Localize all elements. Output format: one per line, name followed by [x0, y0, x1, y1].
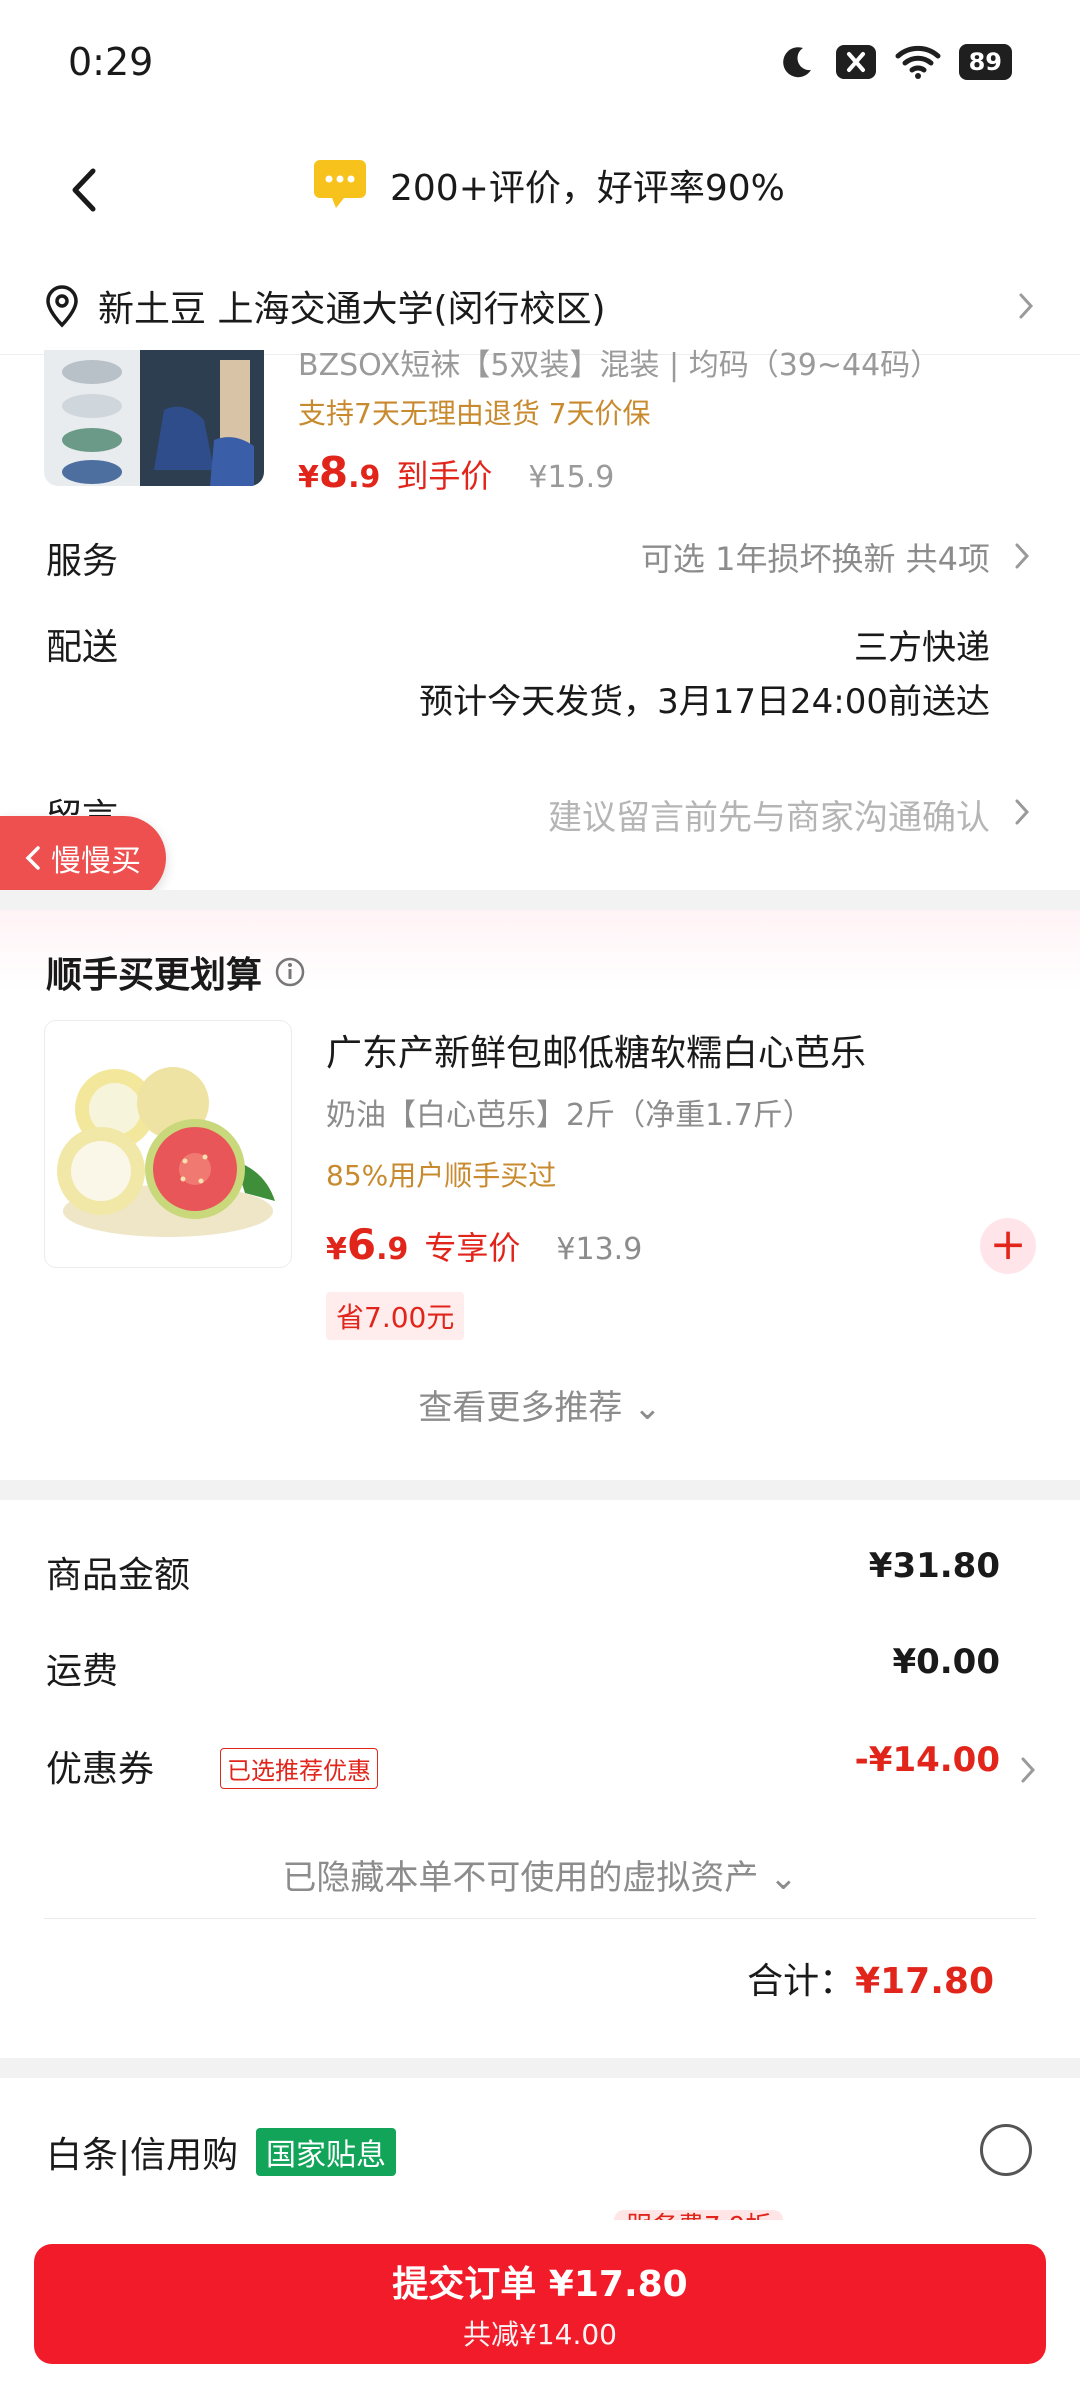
price-integer: 6 — [346, 1220, 377, 1269]
status-time: 0:29 — [68, 40, 154, 84]
submit-discount-label: 共减¥14.00 — [463, 2318, 617, 2351]
shipping-label: 运费 — [46, 1651, 119, 1692]
total-label: 合计： — [747, 1961, 856, 2002]
add-to-cart-button[interactable]: + — [980, 1218, 1036, 1274]
credit-purchase-radio[interactable] — [980, 2124, 1032, 2176]
coupon-tag: 已选推荐优惠 — [220, 1748, 378, 1789]
hidden-assets-toggle[interactable]: 已隐藏本单不可使用的虚拟资产 ⌄ — [0, 1850, 1080, 1899]
location-pin-icon — [46, 285, 78, 328]
price-label: 到手价 — [396, 457, 493, 495]
price-integer: 8 — [318, 448, 349, 497]
product-title: BZSOX短袜【5双装】混装 | 均码（39~44码） — [298, 348, 941, 383]
section-divider — [0, 1480, 1080, 1500]
status-bar: 0:29 89 — [0, 0, 1080, 130]
total-row: 合计：¥17.80 — [747, 1952, 994, 2004]
service-value: 可选 1年损坏换新 共4项 — [640, 540, 990, 578]
moon-icon — [782, 47, 811, 78]
original-price: ¥15.9 — [528, 460, 615, 495]
recommendation-spec: 奶油【白心芭乐】2斤（净重1.7斤） — [326, 1098, 813, 1133]
price-value: ¥8.9 — [298, 448, 380, 497]
price-label: 专享价 — [424, 1229, 521, 1267]
subsidy-badge: 国家贴息 — [256, 2128, 396, 2176]
see-more-recommendations[interactable]: 查看更多推荐 ⌄ — [0, 1380, 1080, 1429]
coupon-row[interactable]: 优惠券 已选推荐优惠 -¥14.00 — [46, 1740, 1036, 1800]
total-value: ¥17.80 — [855, 1961, 994, 2002]
shipping-value: ¥0.00 — [892, 1642, 1000, 1682]
original-price: ¥13.9 — [556, 1232, 643, 1267]
recommendation-image[interactable] — [44, 1020, 292, 1268]
chevron-right-icon — [1021, 1757, 1036, 1783]
delivery-method: 三方快递 — [854, 628, 990, 668]
chevron-right-icon — [1015, 543, 1030, 569]
recommendation-title: 顺手买更划算 — [46, 955, 263, 996]
goods-amount-value: ¥31.80 — [868, 1546, 1000, 1586]
battery-indicator: 89 — [958, 44, 1012, 80]
chat-bubble-icon — [314, 160, 366, 208]
price-decimal: .9 — [376, 1232, 409, 1267]
price-decimal: .9 — [348, 460, 381, 495]
delivery-row: 配送 三方快递 预计今天发货，3月17日24:00前送达 — [0, 614, 1080, 734]
product-image[interactable] — [44, 350, 264, 486]
chevron-left-icon — [72, 168, 96, 212]
status-icons: 89 — [777, 42, 1012, 82]
delivery-label: 配送 — [46, 627, 119, 668]
goods-amount-label: 商品金额 — [46, 1555, 191, 1596]
slow-buy-label: 慢慢买 — [51, 844, 141, 879]
wifi-icon — [895, 45, 941, 79]
savings-badge: 省7.00元 — [326, 1292, 465, 1340]
notification-muted-icon — [835, 45, 876, 79]
rating-banner[interactable]: 200+评价，好评率90% — [312, 158, 785, 212]
delivery-eta: 预计今天发货，3月17日24:00前送达 — [419, 682, 990, 722]
bottom-bar: 提交订单 ¥17.80 共减¥14.00 — [0, 2220, 1080, 2400]
chevron-left-icon — [25, 846, 40, 870]
goods-amount-row: 商品金额 ¥31.80 — [46, 1546, 1000, 1606]
rating-text: 200+评价，好评率90% — [390, 168, 785, 209]
section-divider — [0, 2058, 1080, 2078]
chevron-right-icon — [1019, 293, 1034, 319]
service-row[interactable]: 服务 可选 1年损坏换新 共4项 — [0, 528, 1080, 588]
recommendation-section: 顺手买更划算 广东产新鲜包邮低糖软糯白心芭乐 奶油【白心芭乐】2斤（净重1.7斤… — [0, 910, 1080, 1480]
section-divider — [0, 890, 1080, 910]
recommendation-name[interactable]: 广东产新鲜包邮低糖软糯白心芭乐 — [326, 1024, 866, 1076]
address-text: 新土豆 上海交通大学(闵行校区) — [98, 289, 606, 330]
chevron-right-icon — [1015, 799, 1030, 825]
submit-order-label: 提交订单 ¥17.80 — [392, 2264, 688, 2305]
return-policy: 支持7天无理由退货 7天价保 — [298, 397, 651, 430]
submit-order-button[interactable]: 提交订单 ¥17.80 共减¥14.00 — [34, 2244, 1046, 2364]
currency-symbol: ¥ — [298, 460, 319, 495]
service-label: 服务 — [46, 541, 119, 582]
recommendation-price: ¥6.9 专享价 ¥13.9 — [326, 1220, 642, 1269]
price-value: ¥6.9 — [326, 1220, 408, 1269]
shipping-row: 运费 ¥0.00 — [46, 1642, 1000, 1702]
credit-purchase-label: 白条|信用购 — [46, 2135, 239, 2176]
product-price: ¥8.9 到手价 ¥15.9 — [298, 448, 614, 497]
coupon-value: -¥14.00 — [854, 1740, 1000, 1780]
info-icon[interactable] — [274, 956, 306, 988]
currency-symbol: ¥ — [326, 1232, 347, 1267]
recommendation-header: 顺手买更划算 — [46, 946, 306, 998]
message-placeholder: 建议留言前先与商家沟通确认 — [548, 798, 990, 838]
back-button[interactable] — [54, 160, 114, 220]
coupon-label: 优惠券 — [46, 1749, 155, 1790]
message-row[interactable]: 留言 建议留言前先与商家沟通确认 — [0, 784, 1080, 844]
summary-divider — [44, 1918, 1036, 1919]
slow-buy-fab[interactable]: 慢慢买 — [0, 816, 166, 900]
recommendation-bought-stat: 85%用户顺手买过 — [326, 1159, 557, 1192]
